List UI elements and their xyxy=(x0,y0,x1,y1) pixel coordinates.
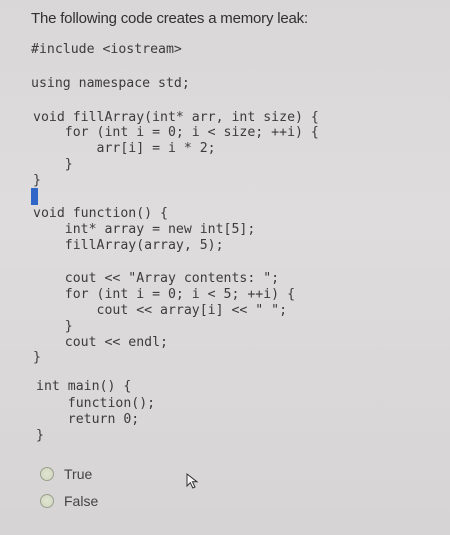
code-line-4: for (int i = 0; i < size; ++i) { xyxy=(33,125,319,140)
answer-false-option[interactable]: False xyxy=(40,493,98,509)
mouse-pointer-icon xyxy=(186,472,200,489)
radio-button-icon[interactable] xyxy=(40,494,54,508)
answer-false-label: False xyxy=(64,493,99,509)
code-line-8: void function() { xyxy=(33,206,168,221)
code-line-17: int main() { xyxy=(36,379,132,394)
code-line-11: cout << "Array contents: "; xyxy=(33,271,280,286)
code-line-14: } xyxy=(33,319,73,334)
code-line-19: return 0; xyxy=(36,412,140,427)
code-line-12: for (int i = 0; i < 5; ++i) { xyxy=(33,287,296,302)
radio-button-icon[interactable] xyxy=(40,467,54,481)
code-line-18: function(); xyxy=(36,396,156,411)
code-line-2: using namespace std; xyxy=(31,76,190,91)
code-line-9: int* array = new int[5]; xyxy=(33,222,256,237)
code-line-10: fillArray(array, 5); xyxy=(33,238,224,253)
code-line-3: void fillArray(int* arr, int size) { xyxy=(33,110,319,125)
code-line-1: #include <iostream> xyxy=(31,42,182,57)
code-line-15: cout << endl; xyxy=(33,335,168,350)
answer-true-label: True xyxy=(64,466,93,482)
code-line-7: } xyxy=(33,173,41,188)
code-line-6: } xyxy=(33,157,73,172)
answer-true-option[interactable]: True xyxy=(40,466,92,482)
code-line-20: } xyxy=(36,428,44,443)
code-line-5: arr[i] = i * 2; xyxy=(33,141,216,156)
text-cursor xyxy=(31,188,38,205)
code-line-16: } xyxy=(33,350,41,365)
code-block: #include <iostream> using namespace std;… xyxy=(0,0,450,535)
code-line-13: cout << array[i] << " "; xyxy=(33,303,288,318)
